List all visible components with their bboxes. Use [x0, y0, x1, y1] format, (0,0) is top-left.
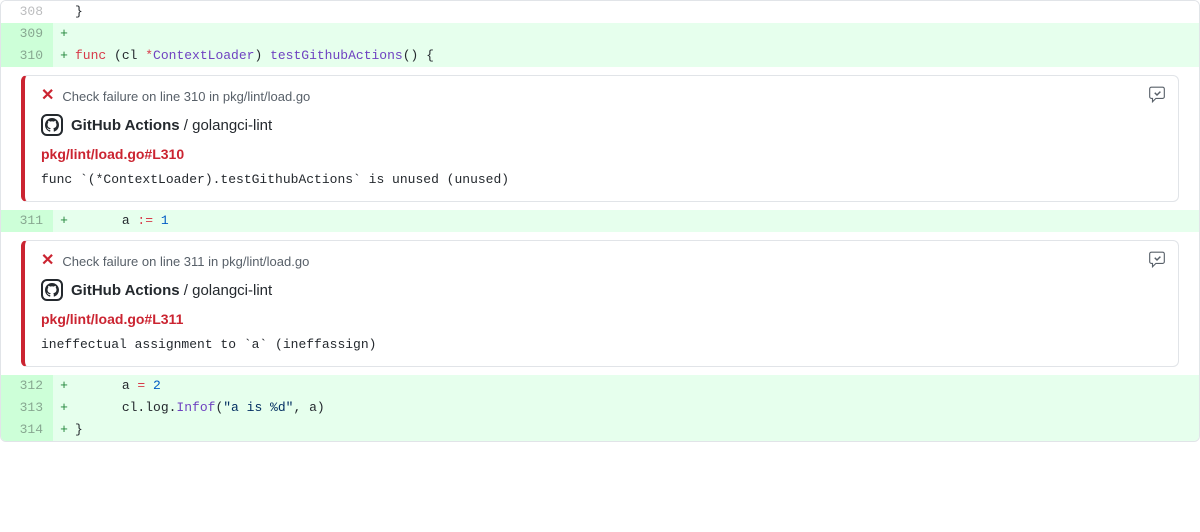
line-number: 311 [1, 210, 53, 232]
code-content: a := 1 [75, 210, 1199, 232]
operator: * [145, 48, 153, 63]
check-annotation: ✕ Check failure on line 310 in pkg/lint/… [21, 75, 1179, 202]
line-number: 313 [1, 397, 53, 419]
code-line: 311 + a := 1 [1, 210, 1199, 232]
line-number: 314 [1, 419, 53, 441]
token [75, 213, 122, 228]
annotation-source-name: GitHub Actions [71, 282, 180, 299]
github-icon [41, 114, 63, 136]
x-icon: ✕ [41, 88, 54, 104]
token: cl.log. [122, 400, 177, 415]
line-number: 309 [1, 23, 53, 45]
check-annotation: ✕ Check failure on line 311 in pkg/lint/… [21, 240, 1179, 367]
type: ContextLoader [153, 48, 254, 63]
annotation-link[interactable]: pkg/lint/load.go#L310 [41, 146, 1162, 162]
token: ( [106, 48, 122, 63]
diff-container: 308 } 309 + 310 + func (cl *ContextLoade… [0, 0, 1200, 442]
keyword: func [75, 48, 106, 63]
annotation-job: golangci-lint [192, 282, 272, 299]
annotation-title: GitHub Actions / golangci-lint [41, 114, 1162, 136]
code-line: 312 + a = 2 [1, 375, 1199, 397]
string: "a is %d" [223, 400, 293, 415]
annotation-title: GitHub Actions / golangci-lint [41, 279, 1162, 301]
token [153, 213, 161, 228]
annotation-link[interactable]: pkg/lint/load.go#L311 [41, 311, 1162, 327]
code-line: 309 + [1, 23, 1199, 45]
diff-marker: + [53, 23, 75, 45]
annotation-header-text: Check failure on line 311 in pkg/lint/lo… [62, 254, 309, 269]
diff-marker: + [53, 419, 75, 441]
code-line: 310 + func (cl *ContextLoader) testGithu… [1, 45, 1199, 67]
line-number: 312 [1, 375, 53, 397]
number: 1 [161, 213, 169, 228]
token: ) [254, 48, 270, 63]
code-content: } [75, 419, 1199, 441]
code-line: 314 + } [1, 419, 1199, 441]
function-name: testGithubActions [270, 48, 403, 63]
token [75, 378, 122, 393]
line-number: 308 [1, 1, 53, 23]
code-content: a = 2 [75, 375, 1199, 397]
function-call: Infof [176, 400, 215, 415]
diff-marker: + [53, 397, 75, 419]
code-content: func (cl *ContextLoader) testGithubActio… [75, 45, 1199, 67]
resolve-conversation-icon[interactable] [1148, 251, 1166, 269]
resolve-conversation-icon[interactable] [1148, 86, 1166, 104]
identifier: a [122, 378, 138, 393]
annotation-job: golangci-lint [192, 117, 272, 134]
annotation-source-name: GitHub Actions [71, 117, 180, 134]
annotation-source: GitHub Actions / golangci-lint [71, 117, 272, 134]
annotation-header-text: Check failure on line 310 in pkg/lint/lo… [62, 89, 310, 104]
code-line: 308 } [1, 1, 1199, 23]
annotation-message: func `(*ContextLoader).testGithubActions… [41, 172, 1162, 187]
token: () { [403, 48, 434, 63]
code-line: 313 + cl.log.Infof("a is %d", a) [1, 397, 1199, 419]
diff-marker: + [53, 375, 75, 397]
token [145, 378, 153, 393]
annotation-header: ✕ Check failure on line 310 in pkg/lint/… [41, 88, 1162, 104]
operator: := [137, 213, 153, 228]
annotation-header: ✕ Check failure on line 311 in pkg/lint/… [41, 253, 1162, 269]
code-content: cl.log.Infof("a is %d", a) [75, 397, 1199, 419]
token [75, 400, 122, 415]
code-content: } [75, 1, 1199, 23]
annotation-sep: / [180, 282, 193, 299]
diff-marker: + [53, 45, 75, 67]
number: 2 [153, 378, 161, 393]
diff-marker: + [53, 210, 75, 232]
token: , a) [293, 400, 324, 415]
annotation-source: GitHub Actions / golangci-lint [71, 282, 272, 299]
annotation-sep: / [180, 117, 193, 134]
identifier: a [122, 213, 138, 228]
token: cl [122, 48, 145, 63]
line-number: 310 [1, 45, 53, 67]
github-icon [41, 279, 63, 301]
x-icon: ✕ [41, 253, 54, 269]
annotation-message: ineffectual assignment to `a` (ineffassi… [41, 337, 1162, 352]
